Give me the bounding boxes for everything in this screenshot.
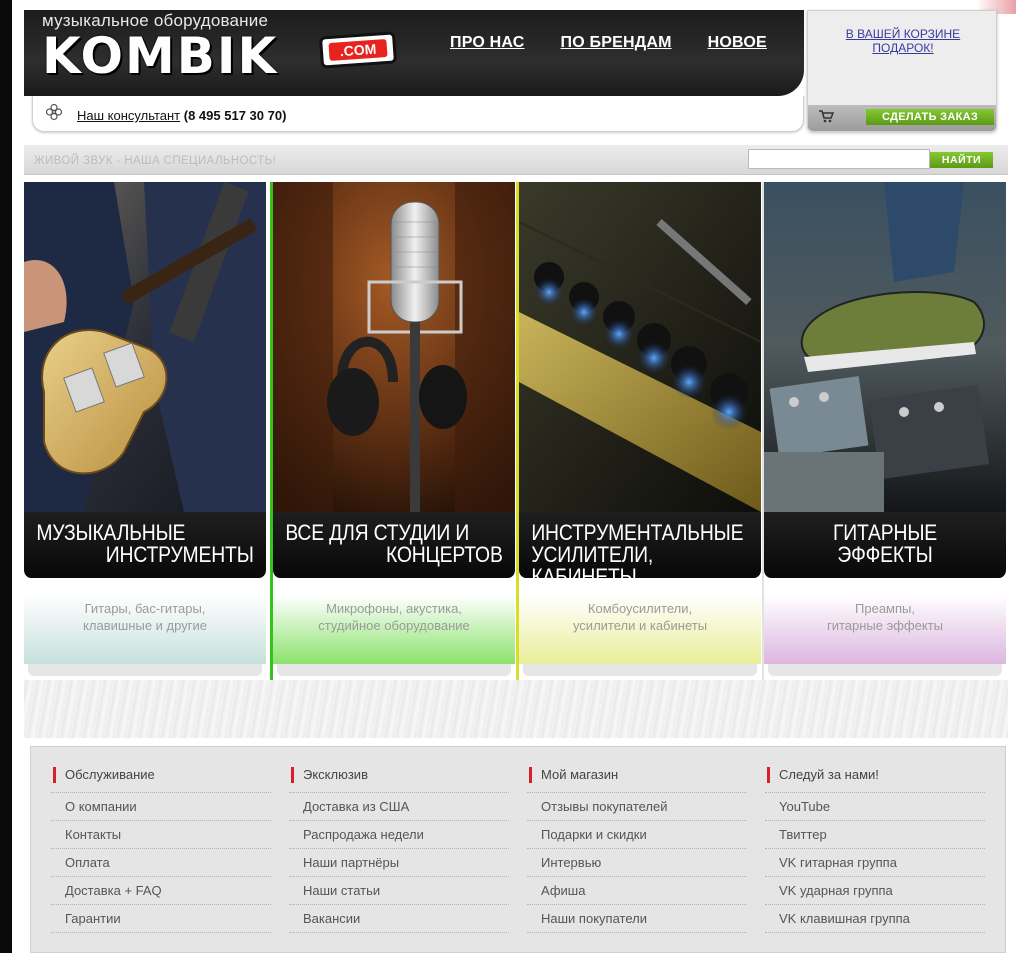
decorative-texture <box>24 680 1008 738</box>
consultant-link[interactable]: Наш консультант <box>77 108 180 123</box>
cart-gift-link[interactable]: В ВАШЕЙ КОРЗИНЕ ПОДАРОК! <box>818 27 988 55</box>
footer-link[interactable]: Оплата <box>51 849 271 877</box>
category-title[interactable]: МУЗЫКАЛЬНЫЕ ИНСТРУМЕНТЫ <box>24 512 266 578</box>
footer-link[interactable]: Распродажа недели <box>289 821 509 849</box>
footer-column-my-shop: Мой магазин Отзывы покупателей Подарки и… <box>527 765 747 933</box>
nav-link-brands[interactable]: ПО БРЕНДАМ <box>561 34 672 52</box>
footer-link[interactable]: Отзывы покупателей <box>527 793 747 821</box>
category-desc-line2: клавишные и другие <box>83 618 207 633</box>
footer-column-service: Обслуживание О компании Контакты Оплата … <box>51 765 271 933</box>
category-panels: МУЗЫКАЛЬНЫЕ ИНСТРУМЕНТЫ Гитары, бас-гита… <box>24 182 1008 680</box>
place-order-button[interactable]: СДЕЛАТЬ ЗАКАЗ <box>866 109 994 125</box>
consultant-phone: (8 495 517 30 70) <box>183 108 287 123</box>
footer-link[interactable]: VK клавишная группа <box>765 905 985 933</box>
amplifiers-photo[interactable] <box>519 182 761 512</box>
category-title-line1: МУЗЫКАЛЬНЫЕ <box>36 520 186 545</box>
footer-link[interactable]: Афиша <box>527 877 747 905</box>
main-nav: ПРО НАС ПО БРЕНДАМ НОВОЕ <box>450 34 767 52</box>
slogan-search-band: ЖИВОЙ ЗВУК - НАША СПЕЦИАЛЬНОСТЬ! НАЙТИ <box>24 145 1008 175</box>
category-footer <box>768 664 1002 676</box>
footer-link[interactable]: О компании <box>51 793 271 821</box>
category-title-line1: ГИТАРНЫЕ <box>832 520 938 545</box>
site-header: музыкальное оборудование KOMBIK .COM ПРО… <box>24 10 804 96</box>
search-button[interactable]: НАЙТИ <box>930 152 993 168</box>
footer-link[interactable]: VK ударная группа <box>765 877 985 905</box>
logo[interactable]: KOMBIK <box>42 30 278 82</box>
category-desc-line1: Микрофоны, акустика, <box>326 601 462 616</box>
category-desc-line1: Преампы, <box>855 601 915 616</box>
consultant-bar: Наш консультант (8 495 517 30 70) <box>32 96 804 132</box>
search-input[interactable] <box>748 149 930 169</box>
footer-link[interactable]: YouTube <box>765 793 985 821</box>
category-title-line1: ВСЕ ДЛЯ СТУДИИ И <box>285 520 470 545</box>
footer-link[interactable]: Наши партнёры <box>289 849 509 877</box>
footer-column-heading[interactable]: Обслуживание <box>51 765 271 793</box>
category-description: Микрофоны, акустика, студийное оборудова… <box>273 578 515 664</box>
category-amplifiers[interactable]: ИНСТРУМЕНТАЛЬНЫЕ УСИЛИТЕЛИ, КАБИНЕТЫ Ком… <box>516 182 761 680</box>
footer-column-exclusive: Эксклюзив Доставка из США Распродажа нед… <box>289 765 509 933</box>
footer-link[interactable]: Твиттер <box>765 821 985 849</box>
footer-column-follow-us: Следуй за нами! YouTube Твиттер VK гитар… <box>765 765 985 933</box>
category-footer <box>28 664 262 676</box>
footer-link[interactable]: Контакты <box>51 821 271 849</box>
footer-link[interactable]: Интервью <box>527 849 747 877</box>
category-effects[interactable]: ГИТАРНЫЕ ЭФФЕКТЫ Преампы, гитарные эффек… <box>762 182 1006 680</box>
category-description: Преампы, гитарные эффекты <box>764 578 1006 664</box>
effects-photo[interactable] <box>764 182 1006 512</box>
page-wrapper: музыкальное оборудование KOMBIK .COM ПРО… <box>24 10 1008 953</box>
category-footer <box>523 664 757 676</box>
page-left-edge <box>0 0 12 953</box>
cart-box: В ВАШЕЙ КОРЗИНЕ ПОДАРОК! СДЕЛАТЬ ЗАКАЗ <box>807 10 997 132</box>
category-instruments[interactable]: МУЗЫКАЛЬНЫЕ ИНСТРУМЕНТЫ Гитары, бас-гита… <box>24 182 266 680</box>
category-description: Гитары, бас-гитары, клавишные и другие <box>24 578 266 664</box>
category-desc-line2: студийное оборудование <box>318 618 470 633</box>
studio-photo[interactable] <box>273 182 515 512</box>
nav-link-new[interactable]: НОВОЕ <box>708 34 767 52</box>
flower-icon <box>45 103 63 126</box>
category-studio[interactable]: ВСЕ ДЛЯ СТУДИИ И КОНЦЕРТОВ Микрофоны, ак… <box>270 182 515 680</box>
footer-link[interactable]: Вакансии <box>289 905 509 933</box>
logo-domain-badge[interactable]: .COM <box>318 31 398 69</box>
category-title-line1: ИНСТРУМЕНТАЛЬНЫЕ <box>531 520 744 545</box>
category-footer <box>277 664 511 676</box>
footer-column-heading[interactable]: Эксклюзив <box>289 765 509 793</box>
category-title[interactable]: ИНСТРУМЕНТАЛЬНЫЕ УСИЛИТЕЛИ, КАБИНЕТЫ <box>519 512 761 588</box>
slogan-text: ЖИВОЙ ЗВУК - НАША СПЕЦИАЛЬНОСТЬ! <box>34 155 277 167</box>
category-title[interactable]: ВСЕ ДЛЯ СТУДИИ И КОНЦЕРТОВ <box>273 512 515 578</box>
shopping-cart-icon[interactable] <box>818 109 835 127</box>
category-desc-line1: Комбоусилители, <box>587 601 693 616</box>
footer-links: Обслуживание О компании Контакты Оплата … <box>30 746 1006 953</box>
footer-link[interactable]: VK гитарная группа <box>765 849 985 877</box>
footer-column-heading[interactable]: Следуй за нами! <box>765 765 985 793</box>
instruments-photo[interactable] <box>24 182 266 512</box>
footer-link[interactable]: Наши статьи <box>289 877 509 905</box>
footer-link[interactable]: Подарки и скидки <box>527 821 747 849</box>
footer-link[interactable]: Доставка + FAQ <box>51 877 271 905</box>
footer-link[interactable]: Наши покупатели <box>527 905 747 933</box>
footer-link[interactable]: Гарантии <box>51 905 271 933</box>
category-title-line2: ИНСТРУМЕНТЫ <box>105 542 254 567</box>
category-desc-line1: Гитары, бас-гитары, <box>84 601 206 616</box>
logo-domain-text: .COM <box>328 38 388 62</box>
consultant-info: Наш консультант (8 495 517 30 70) <box>77 108 286 123</box>
category-title-line2: КОНЦЕРТОВ <box>385 542 503 567</box>
cart-bar: СДЕЛАТЬ ЗАКАЗ <box>808 105 996 131</box>
category-description: Комбоусилители, усилители и кабинеты <box>519 578 761 664</box>
category-desc-line2: усилители и кабинеты <box>572 618 708 633</box>
category-desc-line2: гитарные эффекты <box>826 618 944 633</box>
nav-link-about[interactable]: ПРО НАС <box>450 34 525 52</box>
footer-column-heading[interactable]: Мой магазин <box>527 765 747 793</box>
category-title-line2: ЭФФЕКТЫ <box>837 542 933 567</box>
footer-link[interactable]: Доставка из США <box>289 793 509 821</box>
category-title[interactable]: ГИТАРНЫЕ ЭФФЕКТЫ <box>764 512 1006 578</box>
